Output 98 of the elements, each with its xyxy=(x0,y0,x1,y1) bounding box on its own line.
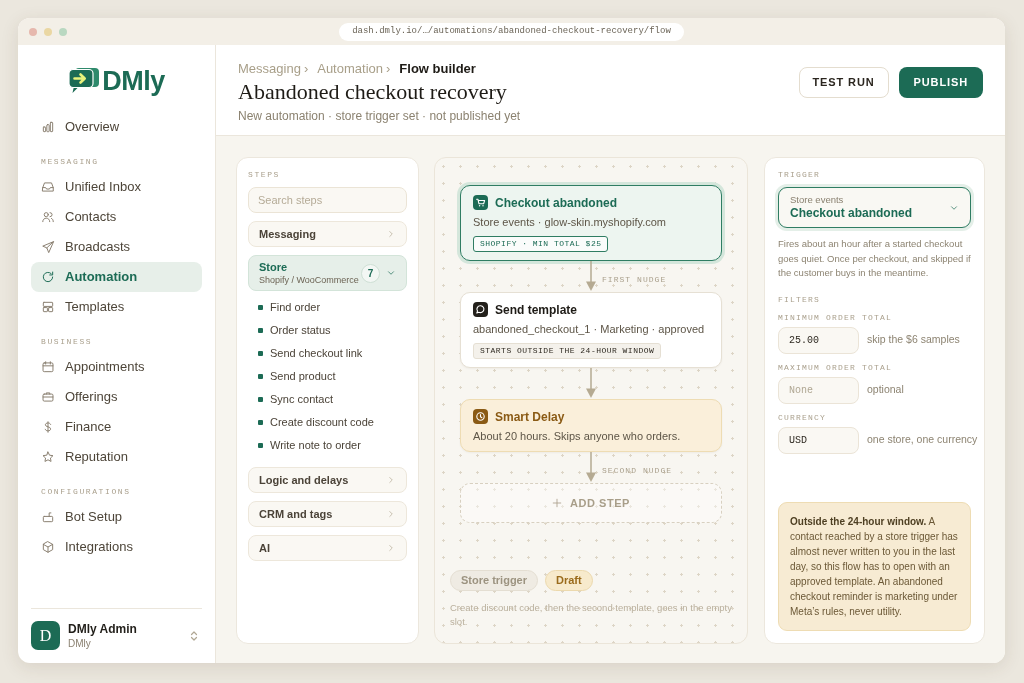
callout-text: Outside the 24-hour window. A contact reached by a store trigger has almost never written to you in the last day, so this flow has to open with an approved template. An abandoned checkout reminder is marketing under Meta’s rules, never utility. xyxy=(790,515,959,619)
search-field[interactable]: Search steps xyxy=(248,187,407,213)
nav-item[interactable]: Templates xyxy=(31,292,202,322)
layout-grid-icon xyxy=(41,300,55,314)
organization-name: DMly xyxy=(68,636,92,650)
test-run-button[interactable]: TEST RUN xyxy=(798,67,889,98)
chevron-right-icon xyxy=(386,229,396,239)
user-name: DMly Admin xyxy=(68,621,138,637)
chevron-right-icon xyxy=(386,509,396,519)
panel-label: STEPS xyxy=(248,170,281,180)
field-label: MINIMUM ORDER TOTAL xyxy=(778,312,893,323)
chat-bubble-icon xyxy=(473,302,488,317)
step-group[interactable]: AI xyxy=(248,535,407,561)
message-node[interactable]: Send template abandoned_checkout_1 · Marketing · approved STARTS OUTSIDE THE 24-HOUR WINDOW xyxy=(460,292,722,368)
node-title: Smart Delay xyxy=(495,408,565,426)
input-field[interactable]: 25.00 xyxy=(778,326,859,354)
section-label: BUSINESS xyxy=(40,336,94,348)
input-field[interactable]: None xyxy=(778,376,859,404)
status-badge: Draft xyxy=(545,570,593,591)
cube-icon xyxy=(41,540,55,554)
node-detail: Store events · glow-skin.myshopify.com xyxy=(473,215,667,229)
section-label: MESSAGING xyxy=(40,156,100,168)
page-subtitle: New automation · store trigger set · not published yet xyxy=(238,108,521,124)
breadcrumb-separator: › xyxy=(303,60,309,79)
nav-item[interactable]: Offerings xyxy=(31,382,202,412)
nav-item[interactable]: Unified Inbox xyxy=(31,172,202,202)
field-hint: one store, one currency xyxy=(867,432,978,448)
chevron-right-icon xyxy=(386,543,396,553)
publish-button[interactable]: PUBLISH xyxy=(898,67,983,98)
circular-arrow-icon xyxy=(41,270,55,284)
chevron-down-icon xyxy=(386,268,396,278)
step-item[interactable]: Find order xyxy=(270,299,321,316)
nav-item[interactable]: Reputation xyxy=(31,442,202,472)
clock-icon xyxy=(473,409,488,424)
step-group[interactable]: Messaging xyxy=(248,221,407,247)
nav-item[interactable]: Overview xyxy=(31,112,202,142)
connector-label: FIRST NUDGE xyxy=(602,274,667,284)
step-group[interactable]: CRM and tags xyxy=(248,501,407,527)
step-item[interactable]: Create discount code xyxy=(270,414,374,431)
plus-icon xyxy=(552,498,562,508)
page-title: Abandoned checkout recovery xyxy=(238,79,508,105)
step-item[interactable]: Send checkout link xyxy=(270,345,363,362)
briefcase-icon xyxy=(41,390,55,404)
brand-name: DMly xyxy=(102,67,165,95)
nav-item[interactable]: Appointments xyxy=(31,352,202,382)
panel-label: TRIGGER xyxy=(778,170,821,180)
nav-item[interactable]: Broadcasts xyxy=(31,232,202,262)
trigger-badge: Store trigger xyxy=(450,570,538,591)
step-item[interactable]: Write note to order xyxy=(270,437,361,454)
cart-icon xyxy=(473,195,488,210)
field-hint: optional xyxy=(867,382,904,398)
node-title: Checkout abandoned xyxy=(495,194,617,212)
canvas-note: Create discount code, then the second template, goes in the empty slot. xyxy=(450,601,732,629)
section-label: FILTERS xyxy=(778,294,821,305)
connector-arrow xyxy=(584,261,598,292)
node-title: Send template xyxy=(495,301,578,319)
inbox-tray-icon xyxy=(41,180,55,194)
delay-node[interactable]: Smart Delay About 20 hours. Skips anyone who orders. xyxy=(460,399,722,452)
chevron-right-icon xyxy=(386,475,396,485)
avatar: D xyxy=(31,621,60,650)
address-bar[interactable]: dash.dmly.io/…/automations/abandoned-checkout-recovery/flow xyxy=(339,22,684,41)
nav-item[interactable]: Contacts xyxy=(31,202,202,232)
box-antenna-icon xyxy=(41,510,55,524)
count-badge: 7 xyxy=(361,263,380,283)
nav-item[interactable]: Integrations xyxy=(31,532,202,562)
window-dot-icon[interactable] xyxy=(44,27,52,36)
window-dot-icon[interactable] xyxy=(59,27,67,36)
node-detail: About 20 hours. Skips anyone who orders. xyxy=(473,429,682,443)
paper-plane-icon xyxy=(41,240,55,254)
step-item[interactable]: Order status xyxy=(270,322,331,339)
field-label: CURRENCY xyxy=(778,412,827,423)
star-icon xyxy=(41,450,55,464)
input-field[interactable]: USD xyxy=(778,426,859,454)
connector-arrow xyxy=(584,452,598,483)
window-dot-icon[interactable] xyxy=(29,27,37,36)
connector-arrow xyxy=(584,368,598,399)
nav-item[interactable]: Bot Setup xyxy=(31,502,202,532)
calendar-icon xyxy=(41,360,55,374)
bar-chart-icon xyxy=(41,120,55,134)
nav-item[interactable]: Finance xyxy=(31,412,202,442)
step-item[interactable]: Send product xyxy=(270,368,336,385)
node-tag: SHOPIFY · MIN TOTAL $25 xyxy=(473,236,609,252)
breadcrumb-separator: › xyxy=(386,60,391,79)
step-group[interactable]: Logic and delays xyxy=(248,467,407,493)
node-tag: STARTS OUTSIDE THE 24-HOUR WINDOW xyxy=(473,343,662,359)
trigger-node[interactable]: Checkout abandoned Store events · glow-skin.myshopify.com SHOPIFY · MIN TOTAL $25 xyxy=(460,185,722,261)
trigger-description: Fires about an hour after a started checkout goes quiet. Once per checkout, and skipped if the customer buys in the meantime. xyxy=(778,237,971,280)
trigger-select[interactable]: Store events Checkout abandoned xyxy=(778,187,971,228)
node-detail: abandoned_checkout_1 · Marketing · approved xyxy=(473,322,706,336)
nav-item[interactable]: Automation xyxy=(31,262,202,292)
step-item[interactable]: Sync contact xyxy=(270,391,333,408)
breadcrumb-current: Flow builder xyxy=(399,60,476,79)
field-hint: skip the $6 samples xyxy=(867,332,960,348)
chevron-up-down-icon[interactable] xyxy=(189,629,199,642)
people-icon xyxy=(41,210,55,224)
section-label: CONFIGURATIONS xyxy=(40,486,132,498)
connector-label: SECOND NUDGE xyxy=(602,465,673,475)
field-label: MAXIMUM ORDER TOTAL xyxy=(778,362,893,373)
